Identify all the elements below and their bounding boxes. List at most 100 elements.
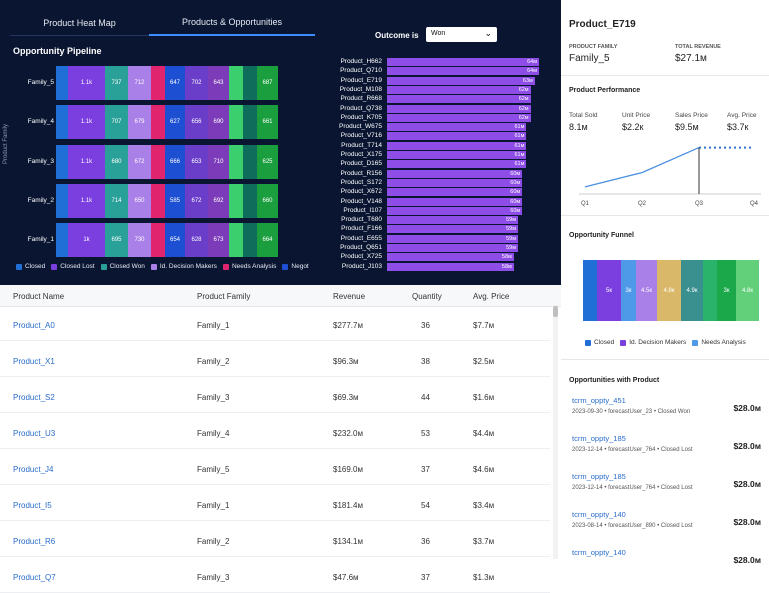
table-row[interactable]: Product_A0 Family_1 $277.7м 36 $7.7м bbox=[0, 307, 550, 341]
table-row[interactable]: Product_X1 Family_2 $96.3м 38 $2.5м bbox=[0, 343, 550, 377]
top-product-bar[interactable]: 60м bbox=[387, 197, 523, 206]
heatmap-cell[interactable]: 627 bbox=[165, 105, 185, 139]
top-product-row[interactable]: Product_E719 63м bbox=[320, 76, 545, 85]
col-revenue[interactable]: Revenue bbox=[333, 292, 365, 301]
table-row[interactable]: Product_I5 Family_1 $181.4м 54 $3.4м bbox=[0, 487, 550, 521]
heatmap-cell[interactable]: 712 bbox=[128, 66, 151, 100]
opportunity-link[interactable]: tcrm_oppty_185 bbox=[572, 434, 626, 443]
top-product-bar[interactable]: 59м bbox=[387, 216, 518, 225]
table-scrollbar-thumb[interactable] bbox=[553, 306, 558, 317]
heatmap-cell[interactable]: 585 bbox=[165, 184, 185, 218]
top-product-bar[interactable]: 62м bbox=[387, 104, 531, 113]
heatmap-cell[interactable]: 679 bbox=[128, 105, 151, 139]
heatmap-cell[interactable]: 692 bbox=[208, 184, 229, 218]
top-product-row[interactable]: Product_M108 62м bbox=[320, 85, 545, 94]
top-product-bar[interactable]: 61м bbox=[387, 123, 527, 132]
top-product-bar[interactable]: 60м bbox=[387, 188, 523, 197]
funnel-segment[interactable] bbox=[583, 260, 597, 321]
heatmap-cell[interactable] bbox=[229, 66, 243, 100]
funnel-segment[interactable]: 4.8к bbox=[657, 260, 681, 321]
heatmap-cell[interactable] bbox=[151, 223, 165, 257]
heatmap-cell[interactable]: 664 bbox=[257, 223, 278, 257]
top-product-row[interactable]: Product_V148 60м bbox=[320, 197, 545, 206]
table-row[interactable]: Product_Q7 Family_3 $47.6м 37 $1.3м bbox=[0, 559, 550, 593]
top-product-row[interactable]: Product_I107 60м bbox=[320, 206, 545, 215]
heatmap-cell[interactable]: 710 bbox=[208, 145, 229, 179]
top-product-bar[interactable]: 61м bbox=[387, 141, 527, 150]
funnel-segment[interactable]: 3к bbox=[717, 260, 736, 321]
heatmap-cell[interactable]: 737 bbox=[105, 66, 128, 100]
top-product-bar[interactable]: 63м bbox=[387, 76, 535, 85]
heatmap-cell[interactable]: 650 bbox=[128, 184, 151, 218]
top-product-bar[interactable]: 62м bbox=[387, 85, 531, 94]
legend-item[interactable]: Closed Lost bbox=[51, 263, 95, 270]
funnel-segment[interactable]: 4.8к bbox=[736, 260, 759, 321]
top-product-row[interactable]: Product_H662 64м bbox=[320, 58, 545, 66]
funnel-segment[interactable]: 4.9к bbox=[681, 260, 703, 321]
product-name-link[interactable]: Product_A0 bbox=[13, 321, 55, 330]
top-product-bar[interactable]: 62м bbox=[387, 95, 531, 104]
top-product-row[interactable]: Product_Q710 64м bbox=[320, 67, 545, 76]
top-product-bar[interactable]: 60м bbox=[387, 169, 523, 178]
table-scrollbar-track[interactable] bbox=[553, 305, 558, 559]
opportunity-link[interactable]: tcrm_oppty_185 bbox=[572, 472, 626, 481]
heatmap-cell[interactable]: 661 bbox=[257, 105, 278, 139]
top-product-row[interactable]: Product_W675 61м bbox=[320, 123, 545, 132]
heatmap-cell[interactable]: 656 bbox=[185, 105, 208, 139]
table-row[interactable]: Product_J4 Family_5 $169.0м 37 $4.6м bbox=[0, 451, 550, 485]
heatmap-cell[interactable]: 695 bbox=[105, 223, 128, 257]
heatmap-cell[interactable] bbox=[151, 66, 165, 100]
heatmap-cell[interactable]: 672 bbox=[128, 145, 151, 179]
funnel-segment[interactable]: 4.5к bbox=[636, 260, 657, 321]
heatmap-cell[interactable]: 643 bbox=[208, 66, 229, 100]
top-product-row[interactable]: Product_X175 61м bbox=[320, 151, 545, 159]
heatmap-cell[interactable]: 660 bbox=[257, 184, 278, 218]
heatmap-cell[interactable]: 625 bbox=[257, 145, 278, 179]
heatmap-cell[interactable]: 628 bbox=[185, 223, 208, 257]
funnel-legend-item[interactable]: Id. Decision Makers bbox=[620, 339, 686, 346]
top-product-row[interactable]: Product_F166 59м bbox=[320, 225, 545, 234]
heatmap-cell[interactable] bbox=[56, 145, 68, 179]
col-avg-price[interactable]: Avg. Price bbox=[473, 292, 509, 301]
heatmap-cell[interactable] bbox=[243, 105, 257, 139]
heatmap-cell[interactable]: 707 bbox=[105, 105, 128, 139]
heatmap-cell[interactable]: 654 bbox=[165, 223, 185, 257]
funnel-segment[interactable] bbox=[703, 260, 717, 321]
product-name-link[interactable]: Product_U3 bbox=[13, 429, 55, 438]
heatmap-cell[interactable] bbox=[151, 145, 165, 179]
top-product-row[interactable]: Product_D165 61м bbox=[320, 160, 545, 169]
top-product-row[interactable]: Product_X725 58м bbox=[320, 253, 545, 262]
heatmap-cell[interactable]: 647 bbox=[165, 66, 185, 100]
top-product-row[interactable]: Product_X672 60м bbox=[320, 188, 545, 197]
heatmap-cell[interactable]: 1.1k bbox=[68, 184, 105, 218]
top-product-bar[interactable]: 64м bbox=[387, 67, 539, 76]
legend-item[interactable]: Id. Decision Makers bbox=[150, 263, 217, 270]
heatmap-cell[interactable]: 673 bbox=[208, 223, 229, 257]
heatmap-cell[interactable] bbox=[243, 145, 257, 179]
tab-products-opportunities[interactable]: Products & Opportunities bbox=[149, 10, 315, 36]
col-product-family[interactable]: Product Family bbox=[197, 292, 250, 301]
legend-item[interactable]: Negot bbox=[282, 263, 309, 270]
top-product-bar[interactable]: 61м bbox=[387, 132, 527, 141]
product-name-link[interactable]: Product_X1 bbox=[13, 357, 55, 366]
top-product-row[interactable]: Product_Q651 59м bbox=[320, 244, 545, 252]
top-product-row[interactable]: Product_R668 62м bbox=[320, 95, 545, 104]
product-name-link[interactable]: Product_S2 bbox=[13, 393, 55, 402]
heatmap-cell[interactable] bbox=[243, 184, 257, 218]
heatmap-cell[interactable]: 1.1k bbox=[68, 105, 105, 139]
top-product-bar[interactable]: 59м bbox=[387, 225, 518, 234]
top-product-row[interactable]: Product_K705 62м bbox=[320, 113, 545, 122]
funnel-segment[interactable]: 5к bbox=[597, 260, 621, 321]
heatmap-cell[interactable] bbox=[229, 184, 243, 218]
product-name-link[interactable]: Product_I5 bbox=[13, 501, 52, 510]
top-product-bar[interactable]: 64м bbox=[387, 58, 539, 66]
top-product-row[interactable]: Product_T714 61м bbox=[320, 141, 545, 150]
top-product-bar[interactable]: 59м bbox=[387, 244, 518, 252]
top-product-row[interactable]: Product_Q738 62м bbox=[320, 104, 545, 113]
funnel-legend-item[interactable]: Closed bbox=[585, 339, 614, 346]
heatmap-cell[interactable] bbox=[56, 223, 68, 257]
top-product-bar[interactable]: 60м bbox=[387, 178, 523, 187]
col-product-name[interactable]: Product Name bbox=[13, 292, 64, 301]
heatmap-cell[interactable]: 1.1k bbox=[68, 145, 105, 179]
top-product-bar[interactable]: 59м bbox=[387, 234, 518, 243]
